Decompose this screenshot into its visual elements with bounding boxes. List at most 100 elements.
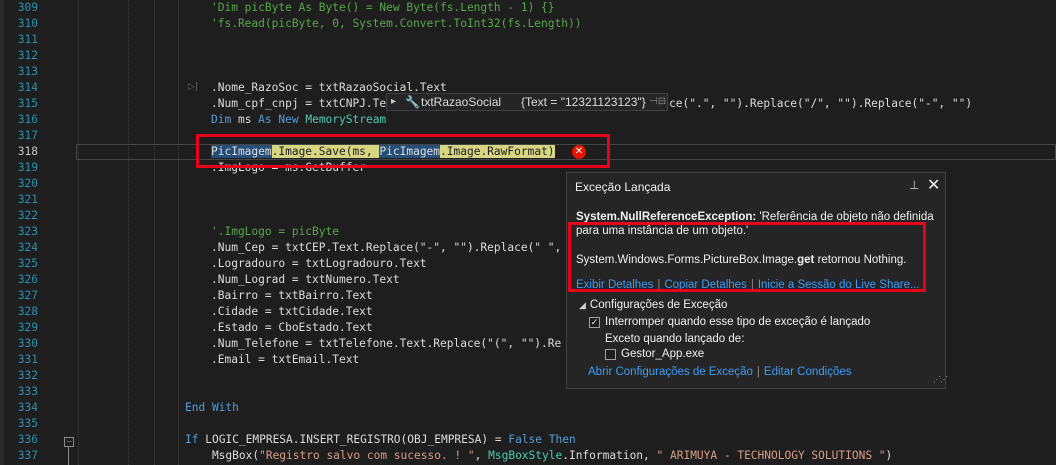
- code-token: MemoryStream: [305, 113, 387, 126]
- code-token: '.ImgLogo = picByte: [211, 225, 339, 238]
- resize-grip-icon[interactable]: ⋰⋰: [933, 375, 948, 384]
- code-token: Dim: [211, 113, 232, 126]
- code-token: False Then: [508, 433, 576, 446]
- except-label: Exceto quando lançado de:: [605, 333, 745, 345]
- code-text: .Email = txtEmail.Text: [211, 352, 359, 368]
- code-line: 312: [0, 48, 1056, 64]
- code-line: 335: [0, 416, 1056, 432]
- open-exception-settings-link[interactable]: Abrir Configurações de Exceção: [588, 366, 753, 378]
- line-number: 335: [17, 417, 38, 430]
- close-icon[interactable]: ✕: [927, 175, 940, 195]
- collapse-icon[interactable]: ◢: [579, 300, 586, 310]
- settings-header-label: Configurações de Exceção: [589, 299, 728, 311]
- line-number: 317: [17, 129, 38, 142]
- line-number: 332: [17, 369, 38, 382]
- line-number: 331: [17, 353, 38, 366]
- line-number: 309: [17, 1, 38, 14]
- error-icon[interactable]: ✕: [572, 145, 586, 159]
- line-number: 311: [17, 33, 38, 46]
- code-token: .Estado = CboEstado.Text: [211, 321, 373, 334]
- code-text: .Logradouro = txtLogradouro.Text: [211, 256, 427, 272]
- code-line: 336 If LOGIC_EMPRESA.INSERT_REGISTRO(OBJ_…: [0, 432, 1056, 448]
- line-number: 336: [17, 433, 38, 446]
- datatip-value[interactable]: {Text = "12321123123"}: [521, 94, 646, 110]
- line-number: 327: [17, 289, 38, 302]
- code-text: .Num_Cep = txtCEP.Text.Replace("-", "").…: [211, 240, 561, 256]
- code-token: MsgBoxStyle: [488, 449, 563, 462]
- line-number: 313: [17, 65, 38, 78]
- code-token: .Email = txtEmail.Text: [211, 353, 360, 366]
- code-token: ms: [231, 113, 259, 126]
- exception-title: Exceção Lançada: [575, 180, 671, 194]
- code-text: MsgBox("Registro salvo com sucesso. ! ",…: [185, 448, 892, 464]
- code-token: .Num_Telefone = txtTelefone.Text.Replace…: [211, 337, 562, 350]
- code-text: .Num_Telefone = txtTelefone.Text.Replace…: [211, 336, 561, 352]
- line-number: 324: [17, 241, 38, 254]
- line-number: 320: [17, 177, 38, 190]
- code-text: .Estado = CboEstado.Text: [211, 320, 373, 336]
- code-token: .Cidade = txtCidade.Text: [211, 305, 373, 318]
- line-number: 326: [17, 273, 38, 286]
- code-line: 337 MsgBox("Registro salvo com sucesso. …: [0, 448, 1056, 464]
- code-token: 'fs.Read(picByte, 0, System.Convert.ToIn…: [211, 17, 582, 30]
- line-number: 334: [17, 401, 38, 414]
- code-line: 313: [0, 64, 1056, 80]
- line-number: 322: [17, 209, 38, 222]
- code-token: .Bairro = txtBairro.Text: [211, 289, 373, 302]
- code-token: .Logradouro = txtLogradouro.Text: [211, 257, 427, 270]
- line-number: 316: [17, 113, 38, 126]
- code-token: As New: [258, 113, 299, 126]
- code-token: lace(".", "").Replace("/", "").Replace("…: [655, 97, 973, 110]
- datatip[interactable]: ▸ 🔧 txtRazaoSocial {Text = "12321123123"…: [386, 93, 668, 111]
- wrench-icon: 🔧: [405, 95, 420, 109]
- code-token: .Num_Cep = txtCEP.Text.Replace("-", "").…: [211, 241, 562, 254]
- line-number: 312: [17, 49, 38, 62]
- exception-settings-header[interactable]: ◢ Configurações de Exceção: [579, 299, 727, 311]
- collapse-icon[interactable]: −: [64, 437, 74, 447]
- code-line: 309 'Dim picByte As Byte() = New Byte(fs.…: [0, 0, 1056, 16]
- edit-conditions-link[interactable]: Editar Condições: [764, 366, 852, 378]
- settings-links: Abrir Configurações de Exceção | Editar Co…: [588, 366, 852, 378]
- code-text: If LOGIC_EMPRESA.INSERT_REGISTRO(OBJ_EMP…: [185, 432, 576, 448]
- code-token: .Information,: [562, 449, 657, 462]
- code-text: 'fs.Read(picByte, 0, System.Convert.ToIn…: [211, 16, 581, 32]
- break-checkbox[interactable]: ✓: [589, 317, 600, 328]
- line-number: 325: [17, 257, 38, 270]
- code-token: ): [885, 449, 893, 462]
- code-token: If: [185, 433, 199, 446]
- line-number: 328: [17, 305, 38, 318]
- pin-icon[interactable]: ⊣⊟: [649, 94, 666, 110]
- pin-icon[interactable]: ⊥: [909, 178, 919, 192]
- code-line: 334 End With: [0, 400, 1056, 416]
- code-text: Dim ms As New MemoryStream: [211, 112, 386, 128]
- peek-indicator-icon: ▷|: [188, 82, 198, 92]
- line-number: 330: [17, 337, 38, 350]
- line-number: 314: [17, 81, 38, 94]
- code-token: End With: [185, 401, 239, 414]
- line-number: 315: [17, 97, 38, 110]
- line-number: 329: [17, 321, 38, 334]
- code-line: 311: [0, 32, 1056, 48]
- line-number: 333: [17, 385, 38, 398]
- line-number: 321: [17, 193, 38, 206]
- fold-line: [68, 447, 69, 465]
- code-token: ,: [474, 449, 489, 462]
- error-highlight-box: [196, 134, 610, 168]
- expand-icon[interactable]: ▸: [391, 94, 396, 110]
- code-text: .Num_Lograd = txtNumero.Text: [211, 272, 400, 288]
- code-token: " ARIMUYA - TECHNOLOGY SOLUTIONS ": [656, 449, 886, 462]
- line-number: 310: [17, 17, 38, 30]
- code-text: .Bairro = txtBairro.Text: [211, 288, 373, 304]
- module-label: Gestor_App.exe: [621, 348, 705, 360]
- module-checkbox[interactable]: [605, 349, 616, 360]
- error-detail-highlight-box: [568, 222, 926, 292]
- code-token: "Registro salvo com sucesso. ! ": [259, 449, 475, 462]
- code-text: '.ImgLogo = picByte: [211, 224, 339, 240]
- code-line: 310 'fs.Read(picByte, 0, System.Convert.T…: [0, 16, 1056, 32]
- line-number: 318: [17, 145, 38, 158]
- line-number: 337: [17, 449, 38, 462]
- code-token: .Num_cpf_cnpj = txtCNPJ.Te: [211, 97, 387, 110]
- code-text: End With: [185, 400, 239, 416]
- line-number: 323: [17, 225, 38, 238]
- line-number: 319: [17, 161, 38, 174]
